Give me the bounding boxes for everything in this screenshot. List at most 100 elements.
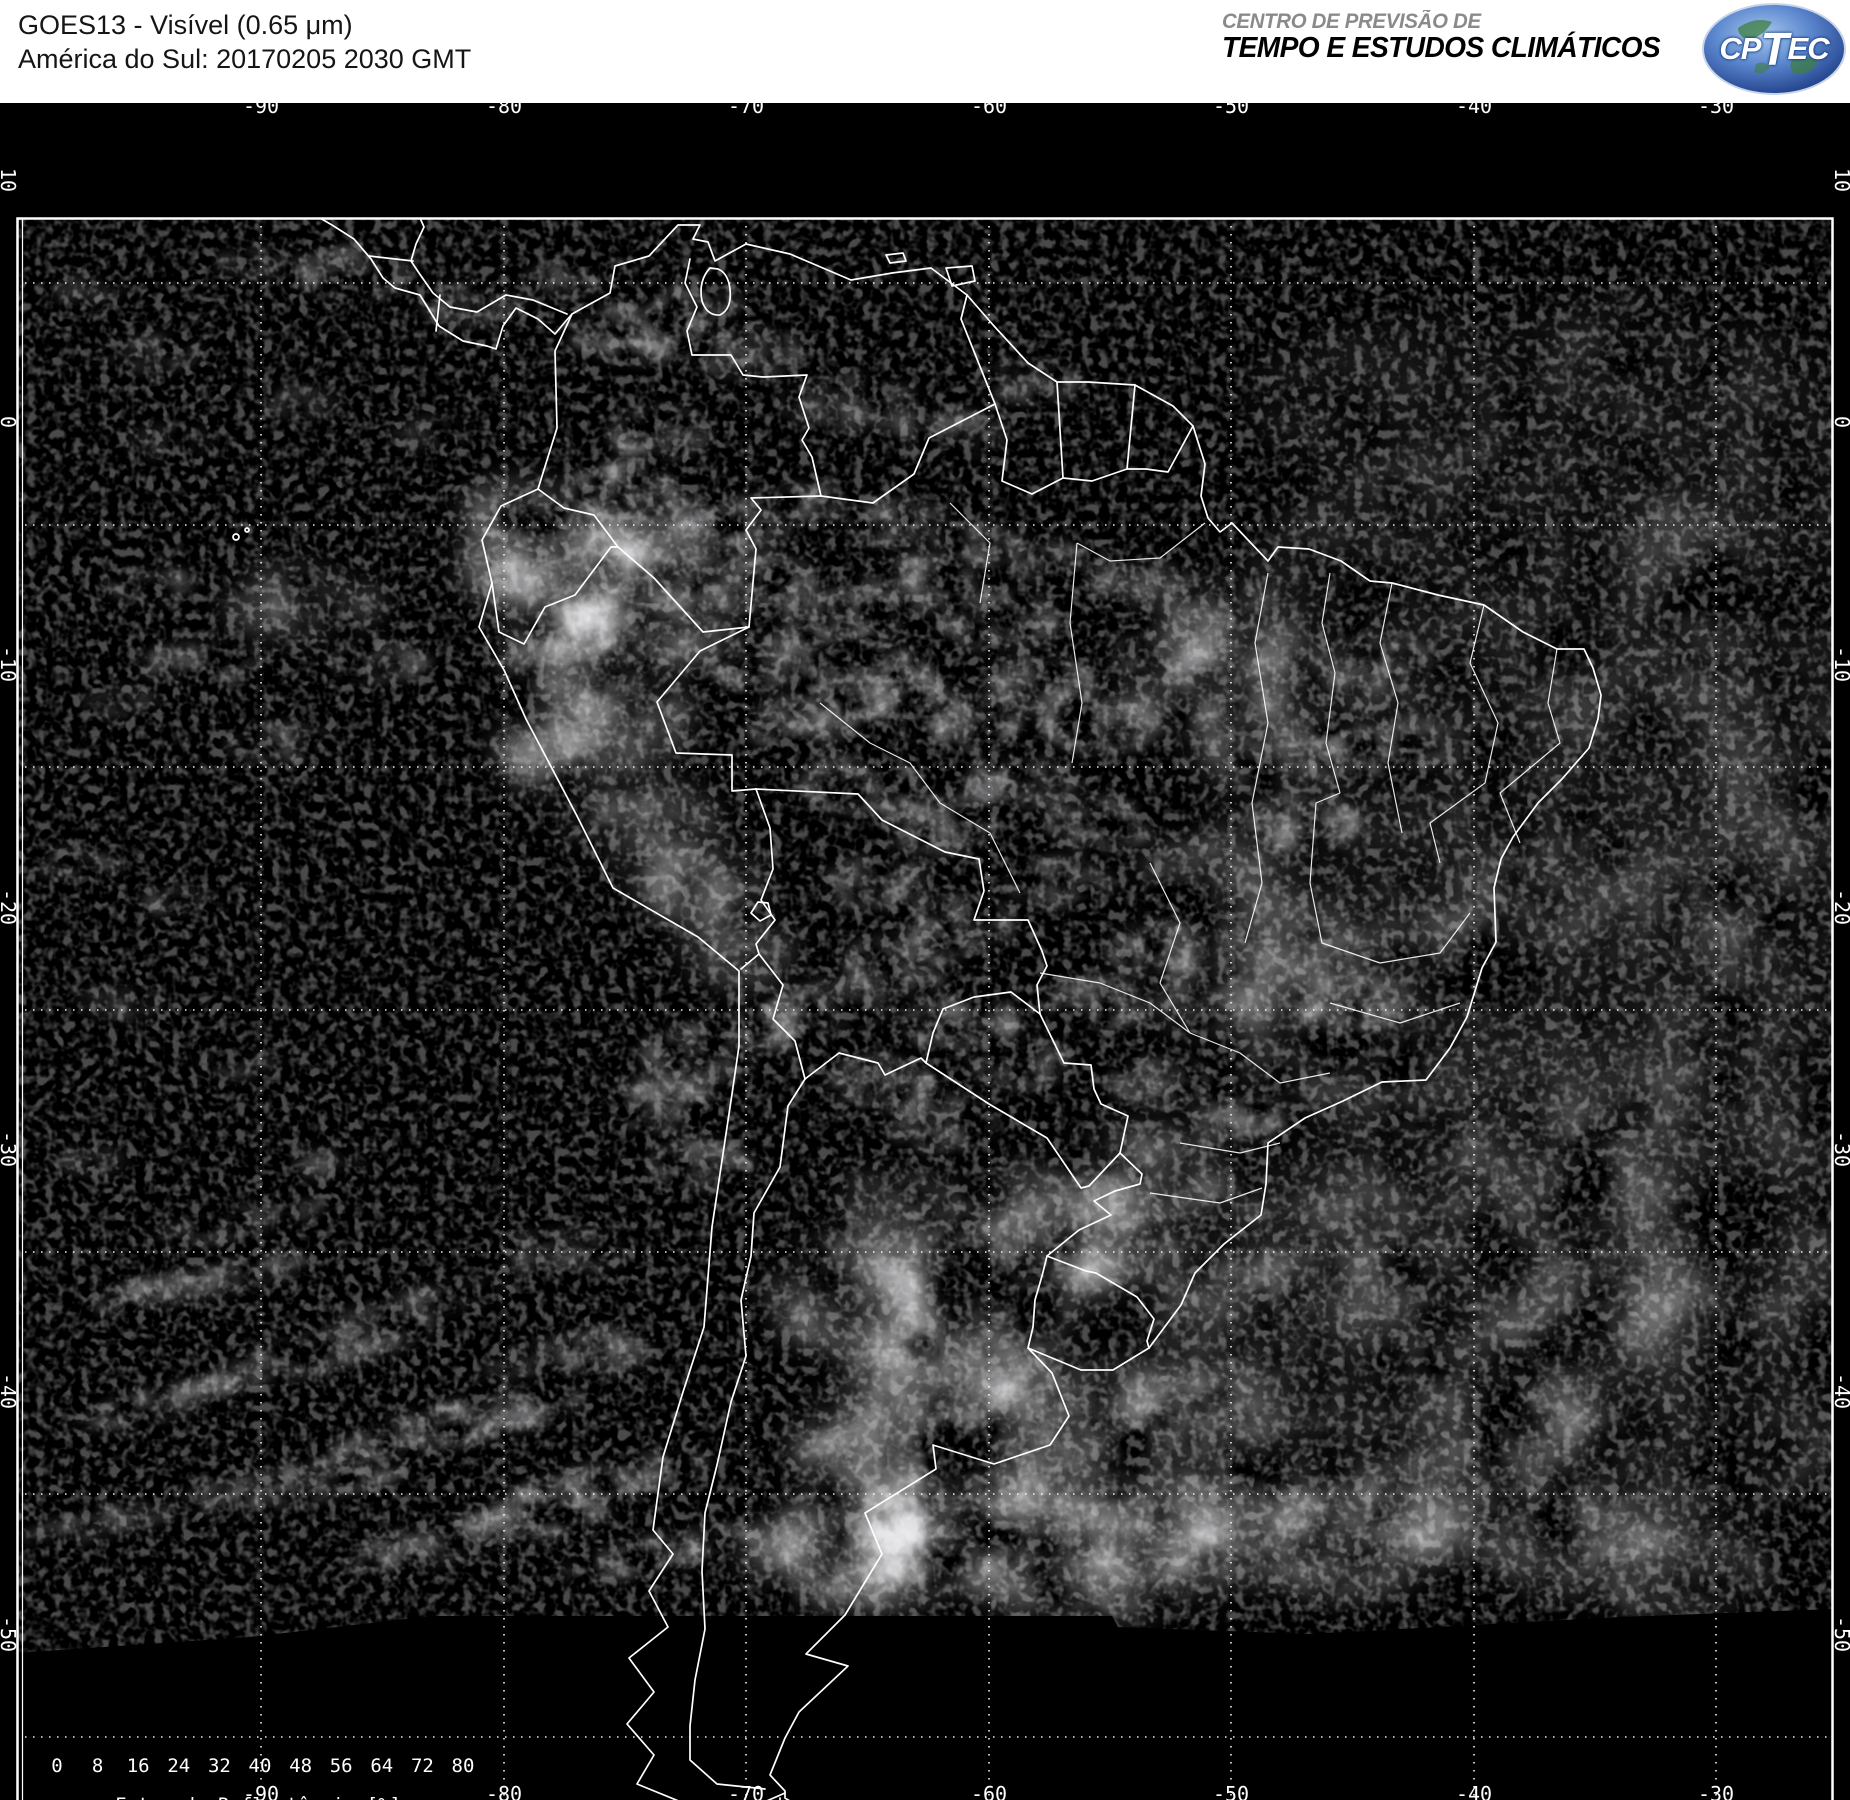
left-lat-label: -30	[0, 1130, 20, 1168]
left-lat-label: 10	[0, 167, 20, 193]
bottom-lon-label: -90	[242, 1782, 280, 1800]
right-lat-label: -20	[1830, 888, 1850, 926]
cloud-blob	[604, 1075, 716, 1131]
bottom-lon-label: -60	[970, 1782, 1008, 1800]
cloud-blob	[1040, 693, 1160, 753]
colorbar-tick-label: 56	[329, 1755, 353, 1777]
left-lat-label: -50	[0, 1615, 20, 1653]
cloud-blob	[684, 923, 796, 983]
colorbar-tick-label: 64	[370, 1755, 394, 1777]
cloud-blob	[225, 573, 375, 633]
cloud-blob	[1044, 795, 1156, 851]
bottom-lon-label: -80	[485, 1782, 523, 1800]
cloud-blob	[1008, 857, 1112, 909]
header: GOES13 - Visível (0.65 μm) América do Su…	[0, 0, 1850, 103]
cloud-blob	[1088, 559, 1192, 607]
colorbar-tick-label: 40	[248, 1755, 272, 1777]
cloud-blob	[290, 248, 410, 298]
top-lon-label: -40	[1455, 94, 1493, 118]
cloud-blob	[824, 855, 936, 911]
right-lat-label: 0	[1830, 416, 1850, 428]
left-lat-label: -40	[0, 1372, 20, 1410]
bottom-lon-label: -50	[1212, 1782, 1250, 1800]
right-lat-label: 10	[1830, 167, 1850, 193]
colorbar-tick-label: 48	[289, 1755, 313, 1777]
right-lat-label: -40	[1830, 1372, 1850, 1410]
left-lat-label: -20	[0, 888, 20, 926]
cloud-blob	[1290, 973, 1410, 1033]
cloud-blob	[648, 1137, 752, 1189]
cloud-blob	[518, 265, 602, 301]
cloud-blob	[638, 848, 762, 918]
cloud-blob	[690, 328, 810, 378]
cloud-blob	[224, 723, 336, 763]
cloud-blob	[890, 409, 1010, 457]
bottom-lon-label: -40	[1455, 1782, 1493, 1800]
cptec-logo[interactable]: CP T EC	[1700, 2, 1848, 96]
cloud-blob	[1530, 283, 1830, 443]
cloud-blob	[1440, 1283, 1833, 1523]
cloud-blob	[1104, 635, 1216, 691]
product-line: GOES13 - Visível (0.65 μm)	[18, 10, 353, 40]
cloud-blob	[260, 388, 340, 418]
top-lon-label: -70	[727, 94, 765, 118]
cloud-blob	[276, 1147, 364, 1179]
cloud-blob	[80, 687, 160, 719]
cloud-blob	[1190, 773, 1510, 993]
cloud-blob	[98, 335, 202, 371]
cloud-blob	[1108, 1057, 1212, 1109]
top-lon-label: -90	[242, 94, 280, 118]
product-title: GOES13 - Visível (0.65 μm) América do Su…	[18, 8, 471, 76]
left-lat-label: 0	[0, 416, 20, 428]
right-lat-label: -10	[1830, 645, 1850, 683]
cptec-logo-text: CP T EC	[1719, 23, 1829, 75]
cloud-blob	[940, 593, 1060, 653]
satellite-image	[0, 206, 1850, 1800]
cloud-blob	[50, 1148, 130, 1178]
cloud-blob	[1188, 1095, 1292, 1151]
colorbar-tick-label: 80	[451, 1755, 475, 1777]
cloud-blob	[1240, 793, 1360, 853]
cloud-blob	[884, 1095, 996, 1151]
satellite-map: Fator de Reflectância [%] -90-90-80-80-7…	[0, 94, 1850, 1800]
top-lon-label: -50	[1212, 94, 1250, 118]
cloud-blob	[608, 407, 712, 459]
cloud-blob	[708, 635, 812, 691]
colorbar-tick-label: 72	[410, 1755, 434, 1777]
left-lat-label: -10	[0, 645, 20, 683]
top-lon-label: -60	[970, 94, 1008, 118]
cloud-blob	[498, 1227, 622, 1279]
cloud-blob	[744, 693, 856, 753]
cloud-blob	[498, 718, 622, 788]
colorbar-tick-label: 0	[51, 1755, 63, 1777]
right-lat-label: -30	[1830, 1130, 1850, 1168]
cloud-blob	[390, 417, 470, 449]
bottom-lon-label: -30	[1697, 1782, 1735, 1800]
cptec-satellite-page: GOES13 - Visível (0.65 μm) América do Su…	[0, 0, 1850, 1800]
cloud-blob	[200, 1048, 280, 1078]
cloud-blob	[218, 247, 302, 279]
colorbar-tick-label: 8	[91, 1755, 104, 1777]
cloud-blob	[138, 641, 262, 685]
colorbar-tick-label: 16	[126, 1755, 150, 1777]
colorbar-tick-label: 32	[207, 1755, 231, 1777]
cloud-blob	[1140, 1253, 1460, 1453]
cloud-blob	[328, 643, 432, 683]
cloud-blob	[728, 995, 832, 1051]
cloud-blob	[964, 755, 1076, 811]
branding-line1: CENTRO DE PREVISÃO DE	[1222, 10, 1481, 33]
cloud-blob	[76, 987, 164, 1019]
cloud-blob	[1104, 923, 1216, 983]
cloud-blob	[126, 427, 214, 459]
cloud-blob	[968, 1037, 1072, 1089]
top-lon-label: -80	[485, 94, 523, 118]
region-time-line: América do Sul: 20170205 2030 GMT	[18, 44, 472, 74]
cloud-blob	[34, 847, 126, 879]
cloud-blob	[104, 565, 196, 601]
colorbar-tick-label: 24	[167, 1755, 191, 1777]
branding-line2: TEMPO E ESTUDOS CLIMÁTICOS	[1222, 32, 1661, 64]
cloud-blob	[140, 888, 220, 918]
cloud-blob	[1588, 1531, 1772, 1615]
right-lat-label: -50	[1830, 1615, 1850, 1653]
bottom-lon-label: -70	[727, 1782, 765, 1800]
